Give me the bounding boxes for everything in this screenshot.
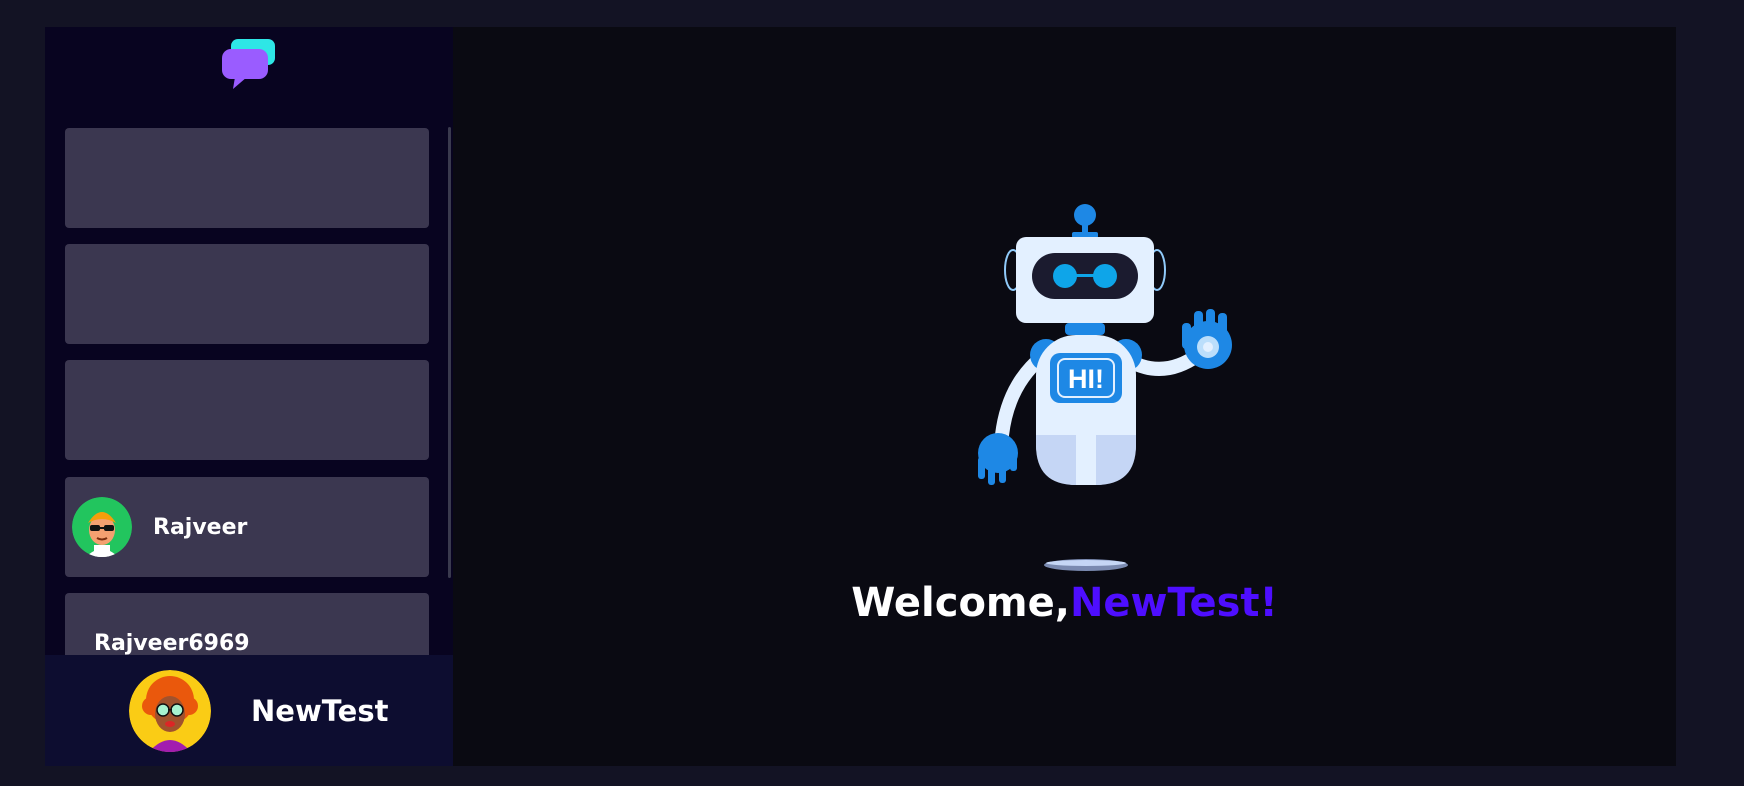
contact-list-scrollbar[interactable]	[448, 127, 451, 578]
welcome-heading: Welcome,NewTest!	[453, 580, 1676, 626]
contact-item[interactable]	[65, 128, 429, 228]
waving-robot-icon: HI!	[978, 204, 1232, 571]
welcome-username: NewTest!	[1069, 580, 1278, 626]
chat-app: Rajveer Rajveer6969 NewTest HI! Welcome,…	[45, 27, 1676, 766]
current-user-panel: NewTest	[45, 655, 453, 766]
contact-name: Rajveer6969	[94, 630, 250, 656]
contact-list[interactable]: Rajveer Rajveer6969	[45, 101, 453, 683]
welcome-prefix: Welcome,	[851, 580, 1070, 626]
contact-item[interactable]: Rajveer	[65, 477, 429, 577]
brand	[45, 27, 453, 101]
boy-sunglasses-avatar-icon	[72, 497, 132, 557]
contact-item[interactable]	[65, 244, 429, 344]
contact-item[interactable]	[65, 360, 429, 460]
svg-text:HI!: HI!	[1068, 364, 1104, 394]
welcome-panel: HI! Welcome,NewTest!	[453, 27, 1676, 766]
current-user-name: NewTest	[251, 693, 389, 728]
chat-logo-icon	[222, 39, 275, 89]
contact-name: Rajveer	[153, 514, 248, 540]
sidebar: Rajveer Rajveer6969 NewTest	[45, 27, 453, 766]
curly-hair-glasses-avatar-icon	[129, 669, 211, 752]
